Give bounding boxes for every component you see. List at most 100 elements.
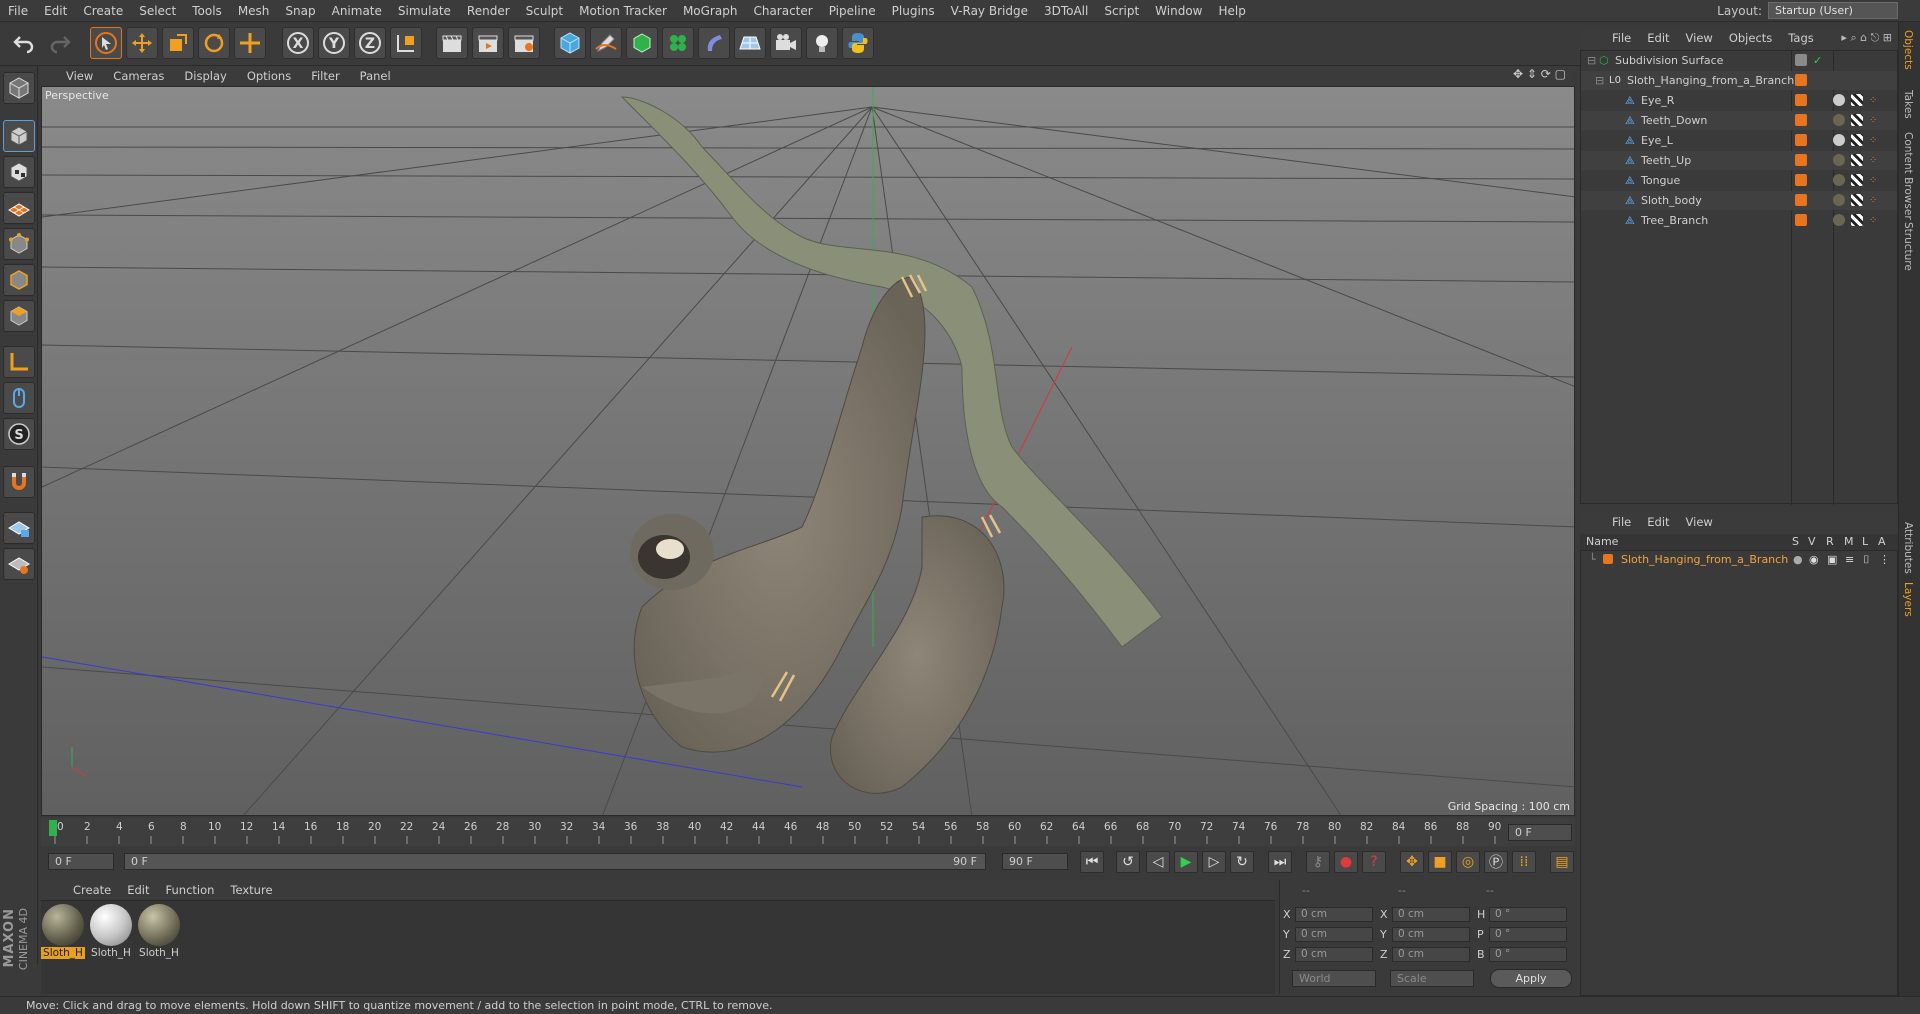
- uvw-tag-icon[interactable]: [1851, 194, 1863, 206]
- material-menu-function[interactable]: Function: [158, 883, 223, 897]
- object-row[interactable]: ⊟ L0 Sloth_Hanging_from_a_Branch: [1581, 71, 1897, 90]
- previous-frame-button[interactable]: ◁: [1146, 851, 1170, 873]
- object-menu-view[interactable]: View: [1678, 31, 1721, 45]
- selection-tag-icon[interactable]: ⁘: [1869, 211, 1877, 230]
- layer-menu-view[interactable]: View: [1678, 515, 1721, 529]
- layer-row[interactable]: └ Sloth_Hanging_from_a_Branch ● ◉ ▣ ≡ ⌷ …: [1581, 550, 1897, 569]
- layer-menu-file[interactable]: File: [1604, 515, 1639, 529]
- z-axis-button[interactable]: Z: [354, 27, 386, 59]
- material-tag-icon[interactable]: [1833, 94, 1845, 106]
- magnet-button[interactable]: [3, 466, 35, 498]
- viewport-menu-cameras[interactable]: Cameras: [103, 69, 174, 83]
- size-mode-select[interactable]: Scale: [1390, 970, 1474, 987]
- viewport-menu-options[interactable]: Options: [237, 69, 301, 83]
- lock-workplane-button[interactable]: [3, 512, 35, 544]
- uvw-tag-icon[interactable]: [1851, 214, 1863, 226]
- transform-button[interactable]: [234, 27, 266, 59]
- object-menu-tags[interactable]: Tags: [1780, 31, 1821, 45]
- position-y-field[interactable]: 0 cm: [1295, 927, 1373, 942]
- layer-render-icon[interactable]: ▣: [1827, 550, 1837, 569]
- key-scale-button[interactable]: ■: [1428, 851, 1452, 873]
- rotate-button[interactable]: [198, 27, 230, 59]
- apply-button[interactable]: Apply: [1490, 969, 1572, 988]
- subdivision-button[interactable]: [626, 27, 658, 59]
- menu-vray-bridge[interactable]: V-Ray Bridge: [943, 4, 1036, 18]
- next-frame-button[interactable]: ▷: [1202, 851, 1226, 873]
- material-tag-icon[interactable]: [1833, 214, 1845, 226]
- selection-tag-icon[interactable]: ⁘: [1869, 171, 1877, 190]
- redo-button[interactable]: [44, 27, 76, 59]
- pen-spline-button[interactable]: [590, 27, 622, 59]
- menu-motion-tracker[interactable]: Motion Tracker: [571, 4, 675, 18]
- object-menu-edit[interactable]: Edit: [1639, 31, 1677, 45]
- uvw-tag-icon[interactable]: [1851, 134, 1863, 146]
- material-swatch[interactable]: Sloth_H: [41, 904, 85, 960]
- workplane-mode-button[interactable]: [3, 192, 35, 224]
- layer-menu-edit[interactable]: Edit: [1639, 515, 1677, 529]
- rotation-h-field[interactable]: 0 °: [1489, 907, 1567, 922]
- object-row[interactable]: ⟁ Eye_L ⁘: [1581, 131, 1897, 150]
- viewport-menu-view[interactable]: View: [40, 69, 103, 83]
- material-menu-edit[interactable]: Edit: [119, 883, 157, 897]
- size-x-field[interactable]: 0 cm: [1392, 907, 1470, 922]
- object-row[interactable]: ⊟ ⬡ Subdivision Surface ✓: [1581, 51, 1897, 70]
- viewport-menu-display[interactable]: Display: [174, 69, 236, 83]
- menu-create[interactable]: Create: [75, 4, 131, 18]
- menu-animate[interactable]: Animate: [324, 4, 390, 18]
- menu-file[interactable]: File: [0, 4, 36, 18]
- undo-button[interactable]: [8, 27, 40, 59]
- coordinate-system-button[interactable]: [390, 27, 422, 59]
- material-swatch[interactable]: Sloth_H: [89, 904, 133, 960]
- layer-color-tag[interactable]: [1795, 94, 1807, 106]
- material-tag-icon[interactable]: [1833, 114, 1845, 126]
- snapping-button[interactable]: S: [3, 418, 35, 450]
- next-key-button[interactable]: ↻: [1230, 851, 1254, 873]
- menu-edit[interactable]: Edit: [36, 4, 75, 18]
- render-picture-viewer-button[interactable]: [472, 27, 504, 59]
- current-frame-field[interactable]: 0 F: [1508, 824, 1572, 841]
- visibility-toggle[interactable]: [1795, 54, 1807, 66]
- object-menu-objects[interactable]: Objects: [1721, 31, 1780, 45]
- menu-mograph[interactable]: MoGraph: [675, 4, 746, 18]
- layer-color-tag[interactable]: [1795, 114, 1807, 126]
- timeline-window-button[interactable]: ▤: [1550, 851, 1574, 873]
- material-tag-icon[interactable]: [1833, 194, 1845, 206]
- texture-mode-button[interactable]: [3, 156, 35, 188]
- object-row[interactable]: ⟁ Teeth_Down ⁘: [1581, 111, 1897, 130]
- layer-visible-icon[interactable]: ◉: [1809, 550, 1819, 569]
- object-menu-file[interactable]: File: [1604, 31, 1639, 45]
- layer-color-tag[interactable]: [1795, 194, 1807, 206]
- tweak-mode-button[interactable]: [3, 382, 35, 414]
- camera-button[interactable]: [770, 27, 802, 59]
- object-row[interactable]: ⟁ Sloth_body ⁘: [1581, 191, 1897, 210]
- 3d-viewport[interactable]: [41, 86, 1575, 816]
- layer-color-tag[interactable]: [1795, 214, 1807, 226]
- key-pla-button[interactable]: ⁞⁞: [1512, 851, 1536, 873]
- autokey-button[interactable]: ●: [1334, 851, 1358, 873]
- uvw-tag-icon[interactable]: [1851, 154, 1863, 166]
- cube-button[interactable]: [554, 27, 586, 59]
- material-swatch[interactable]: Sloth_H: [137, 904, 181, 960]
- go-to-end-button[interactable]: ⏭: [1268, 851, 1292, 873]
- start-frame-field[interactable]: 0 F: [48, 853, 114, 870]
- scale-button[interactable]: [162, 27, 194, 59]
- end-frame-field[interactable]: 90 F: [1002, 853, 1068, 870]
- menu-simulate[interactable]: Simulate: [390, 4, 459, 18]
- menu-script[interactable]: Script: [1096, 4, 1147, 18]
- menu-tools[interactable]: Tools: [184, 4, 230, 18]
- record-active-button[interactable]: ⚷: [1306, 851, 1330, 873]
- tab-attributes[interactable]: Attributes: [1902, 522, 1914, 574]
- move-button[interactable]: [126, 27, 158, 59]
- layer-color-tag[interactable]: [1795, 74, 1807, 86]
- workplane-settings-button[interactable]: [3, 548, 35, 580]
- render-settings-button[interactable]: [508, 27, 540, 59]
- deformer-button[interactable]: [698, 27, 730, 59]
- position-x-field[interactable]: 0 cm: [1295, 907, 1373, 922]
- menu-sculpt[interactable]: Sculpt: [518, 4, 571, 18]
- menu-help[interactable]: Help: [1210, 4, 1253, 18]
- material-tag-icon[interactable]: [1833, 134, 1845, 146]
- python-button[interactable]: [842, 27, 874, 59]
- previous-key-button[interactable]: ↺: [1116, 851, 1140, 873]
- tab-takes[interactable]: Takes: [1902, 90, 1914, 119]
- layer-color-tag[interactable]: [1795, 134, 1807, 146]
